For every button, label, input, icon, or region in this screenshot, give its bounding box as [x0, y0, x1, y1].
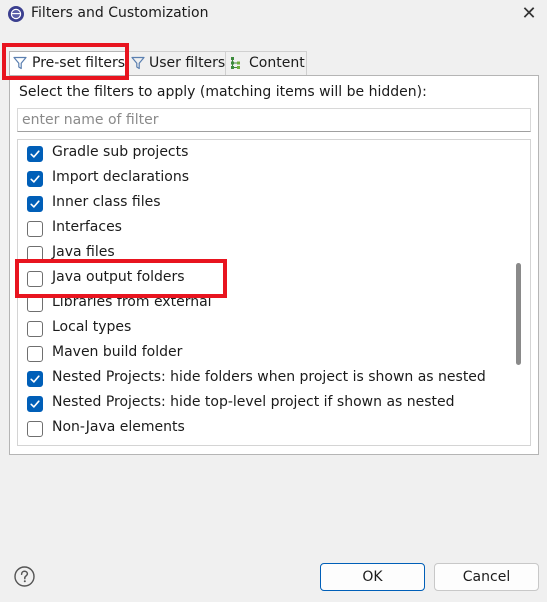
- tab-label: Content: [249, 55, 305, 71]
- checkmark-icon: [30, 150, 40, 158]
- ok-button[interactable]: OK: [320, 563, 425, 591]
- list-item-label: Nested Projects: hide folders when proje…: [52, 369, 486, 385]
- checkbox-unchecked[interactable]: [27, 321, 43, 337]
- list-item[interactable]: Nested Projects: hide folders when proje…: [18, 366, 508, 391]
- list-item-label: Inner class files: [52, 194, 161, 210]
- list-item[interactable]: Gradle sub projects: [18, 141, 508, 166]
- filter-search-input[interactable]: [17, 108, 531, 132]
- checkbox-checked[interactable]: [27, 371, 43, 387]
- title-bar: Filters and Customization ✕: [0, 0, 547, 30]
- highlight-box-preset-tab: [2, 43, 129, 80]
- list-item[interactable]: Inner class files: [18, 191, 508, 216]
- checkbox-checked[interactable]: [27, 196, 43, 212]
- checkbox-unchecked[interactable]: [27, 421, 43, 437]
- eclipse-app-icon: [8, 6, 24, 22]
- checkbox-checked[interactable]: [27, 171, 43, 187]
- close-icon: ✕: [521, 3, 537, 24]
- checkmark-icon: [30, 400, 40, 408]
- list-item[interactable]: Maven build folder: [18, 341, 508, 366]
- filter-icon: [131, 56, 145, 70]
- list-item[interactable]: Non-Java elements: [18, 416, 508, 441]
- scrollbar-thumb[interactable]: [516, 263, 521, 365]
- checkmark-icon: [30, 175, 40, 183]
- checkbox-checked[interactable]: [27, 396, 43, 412]
- list-item[interactable]: Import declarations: [18, 166, 508, 191]
- checkmark-icon: [30, 375, 40, 383]
- checkbox-unchecked[interactable]: [27, 346, 43, 362]
- list-item-label: Import declarations: [52, 169, 190, 185]
- list-item-label: Java files: [52, 244, 115, 260]
- close-button[interactable]: ✕: [515, 2, 543, 26]
- list-scrollbar[interactable]: [510, 140, 530, 445]
- list-item-label: Interfaces: [52, 219, 122, 235]
- list-item-label: Maven build folder: [52, 344, 183, 360]
- list-item-label: Local types: [52, 319, 132, 335]
- tab-user-filters[interactable]: User filters: [128, 51, 226, 75]
- tab-label: User filters: [149, 55, 226, 71]
- checkmark-icon: [30, 200, 40, 208]
- list-item[interactable]: Local types: [18, 316, 508, 341]
- list-item-label: Non-Java elements: [52, 419, 185, 435]
- checkbox-unchecked[interactable]: [27, 296, 43, 312]
- highlight-box-java-output-folders: [15, 259, 227, 298]
- content-tree-icon: [231, 57, 240, 69]
- help-icon[interactable]: [14, 566, 35, 587]
- list-item-label: Gradle sub projects: [52, 144, 189, 160]
- checkbox-unchecked[interactable]: [27, 221, 43, 237]
- list-item[interactable]: Nested Projects: hide top-level project …: [18, 391, 508, 416]
- window-title: Filters and Customization: [31, 5, 209, 21]
- cancel-button[interactable]: Cancel: [434, 563, 539, 591]
- list-item[interactable]: Interfaces: [18, 216, 508, 241]
- instructions-text: Select the filters to apply (matching it…: [19, 84, 427, 100]
- tab-content[interactable]: Content: [226, 51, 307, 75]
- checkbox-checked[interactable]: [27, 146, 43, 162]
- list-item-label: Nested Projects: hide top-level project …: [52, 394, 455, 410]
